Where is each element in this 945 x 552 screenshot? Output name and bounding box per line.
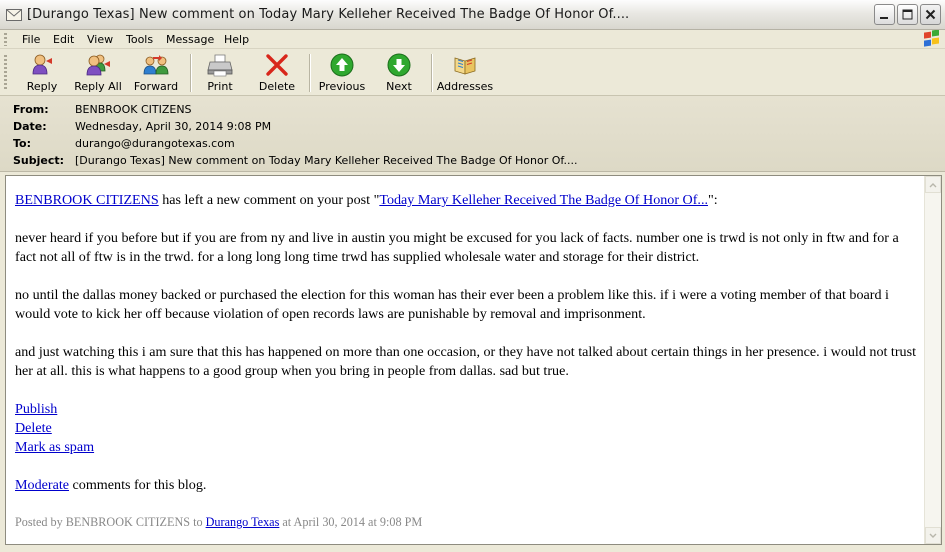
delete-label: Delete [258,80,296,93]
print-button[interactable]: Print [202,52,238,94]
to-row: To: durango@durangotexas.com [0,137,945,152]
address-book-icon [452,52,478,78]
addresses-button[interactable]: Addresses [436,52,494,94]
next-arrow-icon [386,52,412,78]
chevron-down-icon [929,533,937,538]
menu-bar: File Edit View Tools Message Help [0,30,945,49]
action-links: Publish Delete Mark as spam [15,400,920,457]
reply-all-icon [85,52,111,78]
printer-icon [207,52,233,78]
reply-label: Reply [26,80,58,93]
publish-link[interactable]: Publish [15,401,57,417]
addresses-label: Addresses [436,80,494,93]
previous-arrow-icon [329,52,355,78]
maximize-button[interactable] [897,4,918,25]
comment-paragraph-3: and just watching this i am sure that th… [15,344,916,379]
moderate-link[interactable]: Moderate [15,477,69,493]
menu-edit[interactable]: Edit [49,32,78,47]
menu-view[interactable]: View [83,32,117,47]
toolbar-grip [4,55,7,91]
intro-end: ": [708,192,718,208]
posted-suffix: at April 30, 2014 at 9:08 PM [279,515,423,529]
intro-text: has left a new comment on your post " [158,192,380,208]
vertical-scrollbar[interactable] [924,176,941,544]
to-value: durango@durangotexas.com [75,137,235,150]
posted-by-line: Posted by BENBROOK CITIZENS to Durango T… [15,514,920,530]
subject-label: Subject: [13,154,65,167]
forward-button[interactable]: Forward [133,52,179,94]
reply-icon [29,52,55,78]
next-button[interactable]: Next [381,52,417,94]
close-button[interactable] [920,4,941,25]
minimize-icon [880,17,888,19]
toolbar-separator [309,54,311,92]
date-value: Wednesday, April 30, 2014 9:08 PM [75,120,272,133]
close-icon [925,9,936,20]
previous-button[interactable]: Previous [319,52,365,94]
date-row: Date: Wednesday, April 30, 2014 9:08 PM [0,120,945,135]
delete-x-icon [264,52,290,78]
toolbar-separator [431,54,433,92]
from-row: From: BENBROOK CITIZENS [0,103,945,118]
comment-paragraph-2: no until the dallas money backed or purc… [15,287,889,322]
date-label: Date: [13,120,47,133]
moderate-text: comments for this blog. [69,477,207,493]
comment-intro: BENBROOK CITIZENS has left a new comment… [15,191,920,210]
message-body: BENBROOK CITIZENS has left a new comment… [5,175,942,545]
chevron-up-icon [929,182,937,187]
envelope-icon [6,8,22,22]
delete-button[interactable]: Delete [258,52,296,94]
blog-link[interactable]: Durango Texas [206,515,280,529]
next-label: Next [386,80,412,93]
message-content: BENBROOK CITIZENS has left a new comment… [15,191,920,530]
menu-grip [4,33,7,46]
print-label: Print [207,80,233,93]
reply-all-label: Reply All [74,80,122,93]
comment-paragraph-1: never heard if you before but if you are… [15,230,899,265]
mark-as-spam-link[interactable]: Mark as spam [15,439,94,455]
posted-prefix: Posted by BENBROOK CITIZENS to [15,515,206,529]
subject-row: Subject: [Durango Texas] New comment on … [0,154,945,169]
moderate-line: Moderate comments for this blog. [15,476,920,495]
window-title: [Durango Texas] New comment on Today Mar… [27,7,630,22]
forward-label: Forward [133,80,179,93]
maximize-icon [902,9,913,20]
scroll-down-button[interactable] [925,527,941,544]
delete-link[interactable]: Delete [15,420,52,436]
reply-button[interactable]: Reply [22,52,62,94]
menu-file[interactable]: File [18,32,44,47]
forward-icon [143,52,169,78]
reply-all-button[interactable]: Reply All [73,52,123,94]
author-link[interactable]: BENBROOK CITIZENS [15,192,159,208]
toolbar-separator [190,54,192,92]
previous-label: Previous [318,80,366,93]
from-label: From: [13,103,49,116]
menu-help[interactable]: Help [220,32,253,47]
menu-message[interactable]: Message [162,32,218,47]
title-bar: [Durango Texas] New comment on Today Mar… [0,0,945,30]
post-link[interactable]: Today Mary Kelleher Received The Badge O… [379,192,708,208]
message-header: From: BENBROOK CITIZENS Date: Wednesday,… [0,96,945,172]
to-label: To: [13,137,31,150]
from-value: BENBROOK CITIZENS [75,103,192,116]
bottom-edge [0,546,945,552]
subject-value: [Durango Texas] New comment on Today Mar… [75,154,578,167]
menu-tools[interactable]: Tools [122,32,157,47]
toolbar: Reply Reply All Forward Print Delete Pre… [0,50,945,96]
scroll-up-button[interactable] [925,176,941,193]
minimize-button[interactable] [874,4,895,25]
windows-logo-icon [921,29,943,50]
